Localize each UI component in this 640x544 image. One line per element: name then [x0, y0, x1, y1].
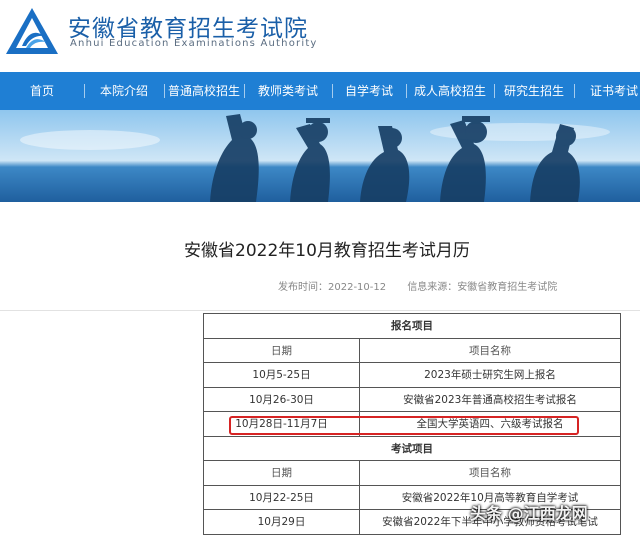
row-date: 10月5-25日	[203, 362, 360, 388]
nav-item-graduate[interactable]: 研究生招生	[494, 72, 574, 110]
nav-item-adult-college[interactable]: 成人高校招生	[406, 72, 494, 110]
table-section-row: 报名项目	[203, 313, 621, 339]
article-meta: 发布时间：2022-10-12 信息来源：安徽省教育招生考试院	[278, 278, 575, 293]
column-header-name: 项目名称	[359, 460, 621, 486]
row-date: 10月22-25日	[203, 484, 360, 510]
row-date: 10月29日	[203, 509, 360, 535]
column-header-name: 项目名称	[359, 337, 621, 363]
table-row: 10月26-30日 安徽省2023年普通高校招生考试报名	[203, 386, 621, 412]
nav-item-self-study-exam[interactable]: 自学考试	[332, 72, 406, 110]
table-header-row: 日期 项目名称	[203, 460, 621, 486]
site-header: 安徽省教育招生考试院 Anhui Education Examinations …	[0, 0, 640, 68]
column-header-date: 日期	[203, 460, 360, 486]
banner-image	[0, 110, 640, 202]
row-name: 安徽省2023年普通高校招生考试报名	[359, 386, 621, 412]
exam-section-header: 考试项目	[203, 435, 621, 461]
table-row: 10月5-25日 2023年硕士研究生网上报名	[203, 362, 621, 388]
publish-time: 发布时间：2022-10-12	[278, 282, 387, 293]
row-name: 2023年硕士研究生网上报名	[359, 362, 621, 388]
site-subtitle: Anhui Education Examinations Authority	[70, 38, 318, 49]
registration-section-header: 报名项目	[203, 313, 621, 339]
info-source: 信息来源：安徽省教育招生考试院	[407, 282, 558, 293]
highlight-box	[229, 416, 579, 435]
nav-item-about[interactable]: 本院介绍	[84, 72, 164, 110]
nav-item-home[interactable]: 首页	[0, 72, 84, 110]
nav-item-teacher-exam[interactable]: 教师类考试	[244, 72, 332, 110]
watermark: 头条 @江西龙网	[470, 504, 588, 523]
main-nav: 首页 本院介绍 普通高校招生 教师类考试 自学考试 成人高校招生 研究生招生 证…	[0, 72, 640, 110]
divider	[0, 310, 640, 311]
article-title: 安徽省2022年10月教育招生考试月历	[184, 241, 470, 261]
nav-item-certificate-exam[interactable]: 证书考试	[574, 72, 640, 110]
row-date: 10月26-30日	[203, 386, 360, 412]
table-section-row: 考试项目	[203, 435, 621, 461]
nav-item-college-admission[interactable]: 普通高校招生	[164, 72, 244, 110]
column-header-date: 日期	[203, 337, 360, 363]
logo-icon[interactable]	[4, 6, 60, 56]
table-header-row: 日期 项目名称	[203, 337, 621, 363]
